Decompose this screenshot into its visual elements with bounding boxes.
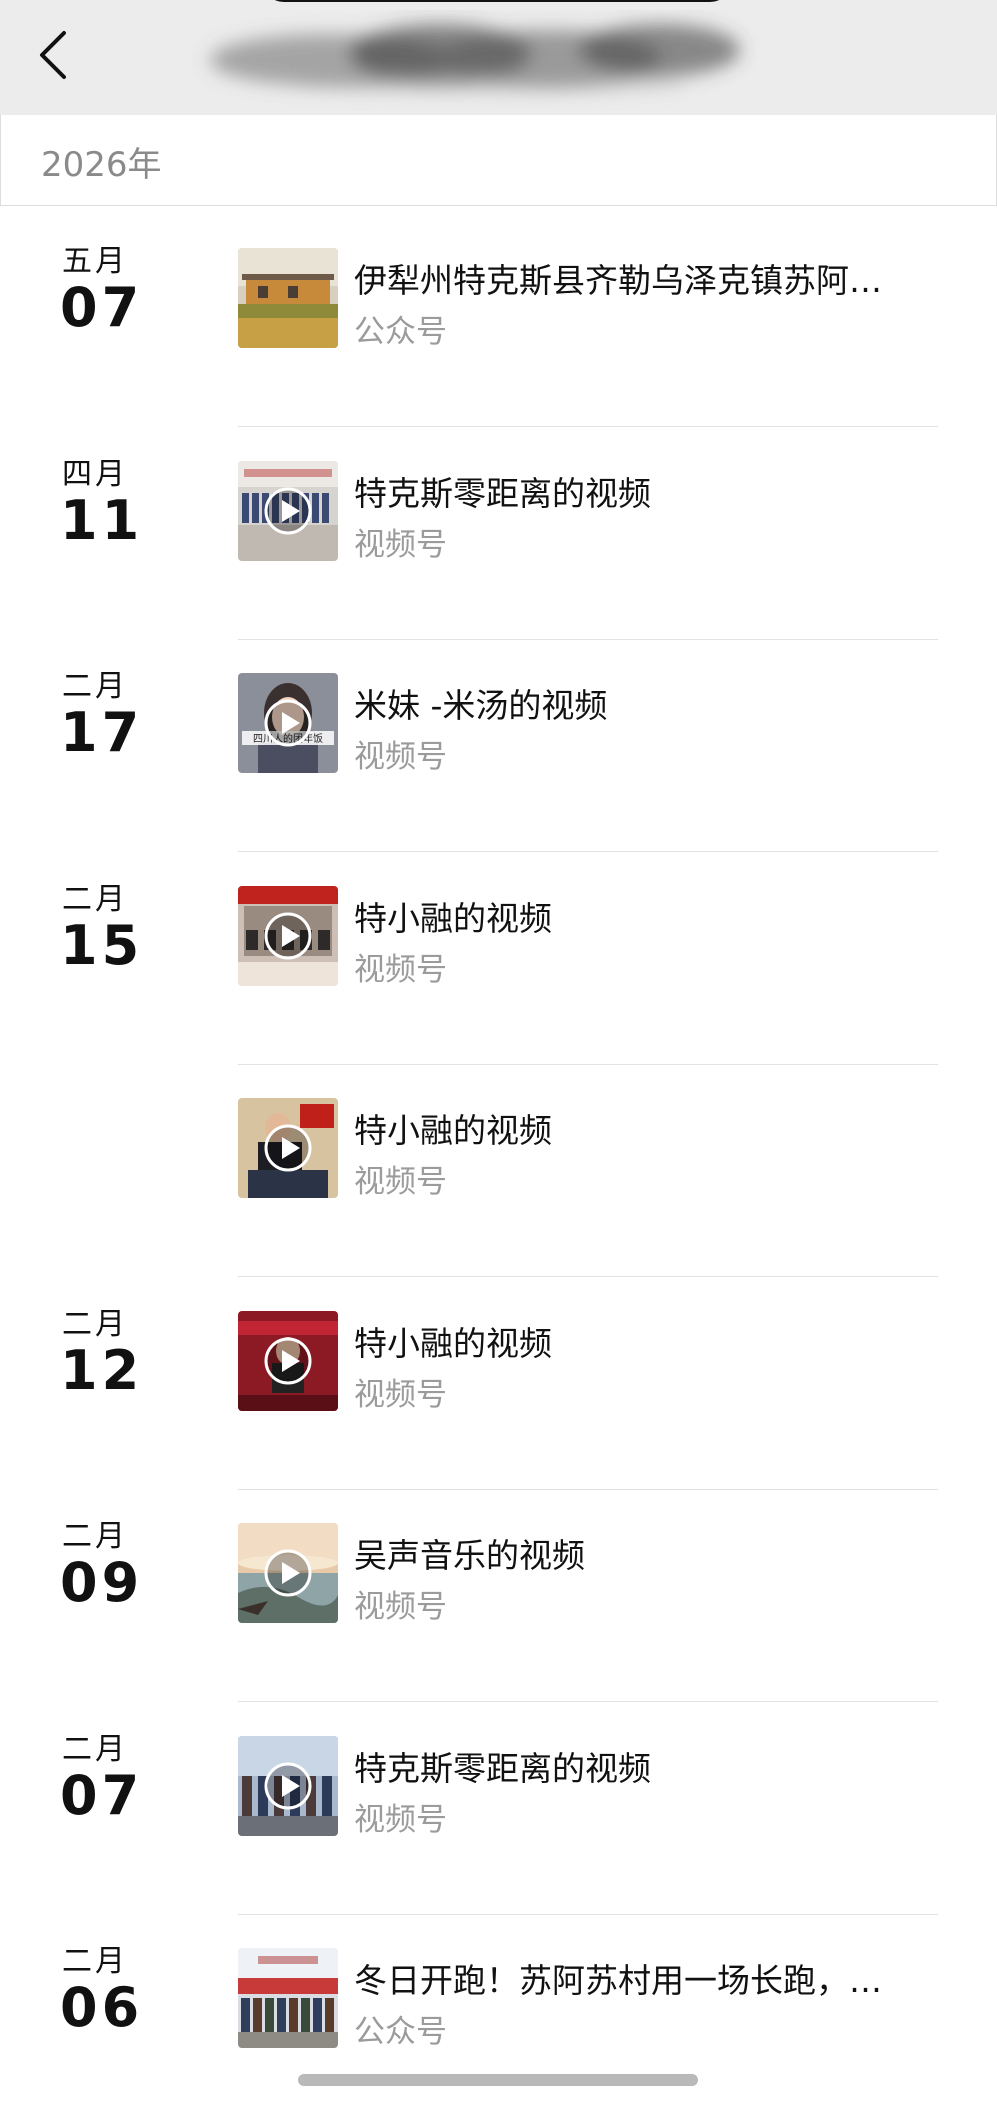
timeline-entry[interactable]: 二月 06 冬日开跑！苏阿苏村用一场长跑，… 公众号 <box>0 1916 997 2128</box>
play-icon <box>264 1762 312 1809</box>
entry-divider <box>238 1701 938 1702</box>
device-notch <box>262 0 732 2</box>
play-icon <box>264 1124 312 1172</box>
entry-title[interactable]: 冬日开跑！苏阿苏村用一场长跑，… <box>354 1954 914 2002</box>
home-indicator[interactable] <box>298 2074 698 2086</box>
video-thumbnail[interactable]: 四川人的团年饭 <box>238 673 338 773</box>
timeline-entry[interactable]: 二月 09 吴声音乐的视频视频号 <box>0 1491 997 1703</box>
entry-divider <box>238 1913 938 1915</box>
video-thumbnail[interactable] <box>238 1523 338 1623</box>
entry-day: 12 <box>60 1338 144 1402</box>
entry-month: 二月 <box>62 881 128 917</box>
timeline-entry[interactable]: 二月 07 特克斯零距离的视频视频号 <box>0 1704 997 1916</box>
entry-month: 四月 <box>62 456 128 492</box>
entry-day: 07 <box>60 1763 144 1827</box>
back-button[interactable] <box>22 20 82 90</box>
entry-title[interactable]: 米妹 -米汤的视频 <box>354 679 914 727</box>
entry-divider <box>238 851 938 852</box>
entry-month: 二月 <box>62 1731 128 1767</box>
entry-divider <box>238 638 938 640</box>
entry-source: 视频号 <box>354 526 447 563</box>
entry-month: 五月 <box>62 244 128 279</box>
video-thumbnail[interactable] <box>238 1735 338 1836</box>
entry-day: 11 <box>60 488 144 552</box>
play-icon <box>264 699 312 747</box>
entry-title[interactable]: 吴声音乐的视频 <box>354 1529 914 1577</box>
timeline-entry[interactable]: 五月 07 伊犁州特克斯县齐勒乌泽克镇苏阿… 公众号 <box>0 216 997 428</box>
top-navigation-bar <box>0 0 997 115</box>
entry-source: 公众号 <box>354 314 447 350</box>
play-icon <box>264 1337 312 1384</box>
entry-divider <box>238 1488 938 1490</box>
entry-source: 视频号 <box>354 951 447 988</box>
entry-day: 07 <box>60 276 144 339</box>
entry-title[interactable]: 特克斯零距离的视频 <box>354 1742 914 1790</box>
entry-divider <box>238 1276 938 1277</box>
entry-title[interactable]: 特小融的视频 <box>354 892 914 940</box>
entry-month: 二月 <box>62 1944 128 1979</box>
article-thumbnail[interactable] <box>238 1948 338 2048</box>
entry-divider <box>238 426 938 427</box>
timeline-entry[interactable]: 特小融的视频 视频号 <box>0 1066 997 1278</box>
obscured-title-smudge <box>210 24 740 92</box>
timeline-entry[interactable]: 二月17 四川人的团年饭米妹 -米汤的视频视频号 <box>0 641 997 853</box>
year-section-header: 2026年 <box>0 115 997 206</box>
timeline-entry[interactable]: 二月 15 特小融的视频视频号 <box>0 854 997 1066</box>
video-thumbnail[interactable] <box>238 885 338 986</box>
entry-day: 06 <box>60 1976 144 2039</box>
entry-month: 二月 <box>62 1519 128 1554</box>
video-thumbnail[interactable] <box>238 460 338 561</box>
play-icon <box>264 487 312 534</box>
year-label: 2026年 <box>41 145 162 185</box>
chevron-left-icon <box>40 31 66 79</box>
entry-title[interactable]: 特小融的视频 <box>354 1104 914 1152</box>
entry-source: 视频号 <box>354 1589 447 1625</box>
entry-source: 视频号 <box>354 1801 447 1838</box>
video-thumbnail[interactable] <box>238 1310 338 1411</box>
entry-day: 09 <box>60 1551 144 1614</box>
entry-divider <box>238 1063 938 1065</box>
video-thumbnail[interactable] <box>238 1098 338 1198</box>
entry-source: 视频号 <box>354 739 447 775</box>
entry-month: 二月 <box>62 669 128 704</box>
play-icon <box>264 912 312 959</box>
timeline-entry[interactable]: 二月 12 特小融的视频视频号 <box>0 1279 997 1491</box>
entry-source: 视频号 <box>354 1164 447 1200</box>
timeline-entry[interactable]: 四月 11 特克斯零距离的视频视频号 <box>0 429 997 641</box>
entry-source: 视频号 <box>354 1376 447 1413</box>
entry-title[interactable]: 伊犁州特克斯县齐勒乌泽克镇苏阿… <box>354 254 914 302</box>
entry-title[interactable]: 特克斯零距离的视频 <box>354 467 914 515</box>
entry-day: 17 <box>60 701 144 764</box>
entry-title[interactable]: 特小融的视频 <box>354 1317 914 1365</box>
entry-day: 15 <box>60 913 144 977</box>
entry-month: 二月 <box>62 1306 128 1342</box>
play-icon <box>264 1549 312 1597</box>
entry-source: 公众号 <box>354 2014 447 2050</box>
article-thumbnail[interactable] <box>238 248 338 348</box>
